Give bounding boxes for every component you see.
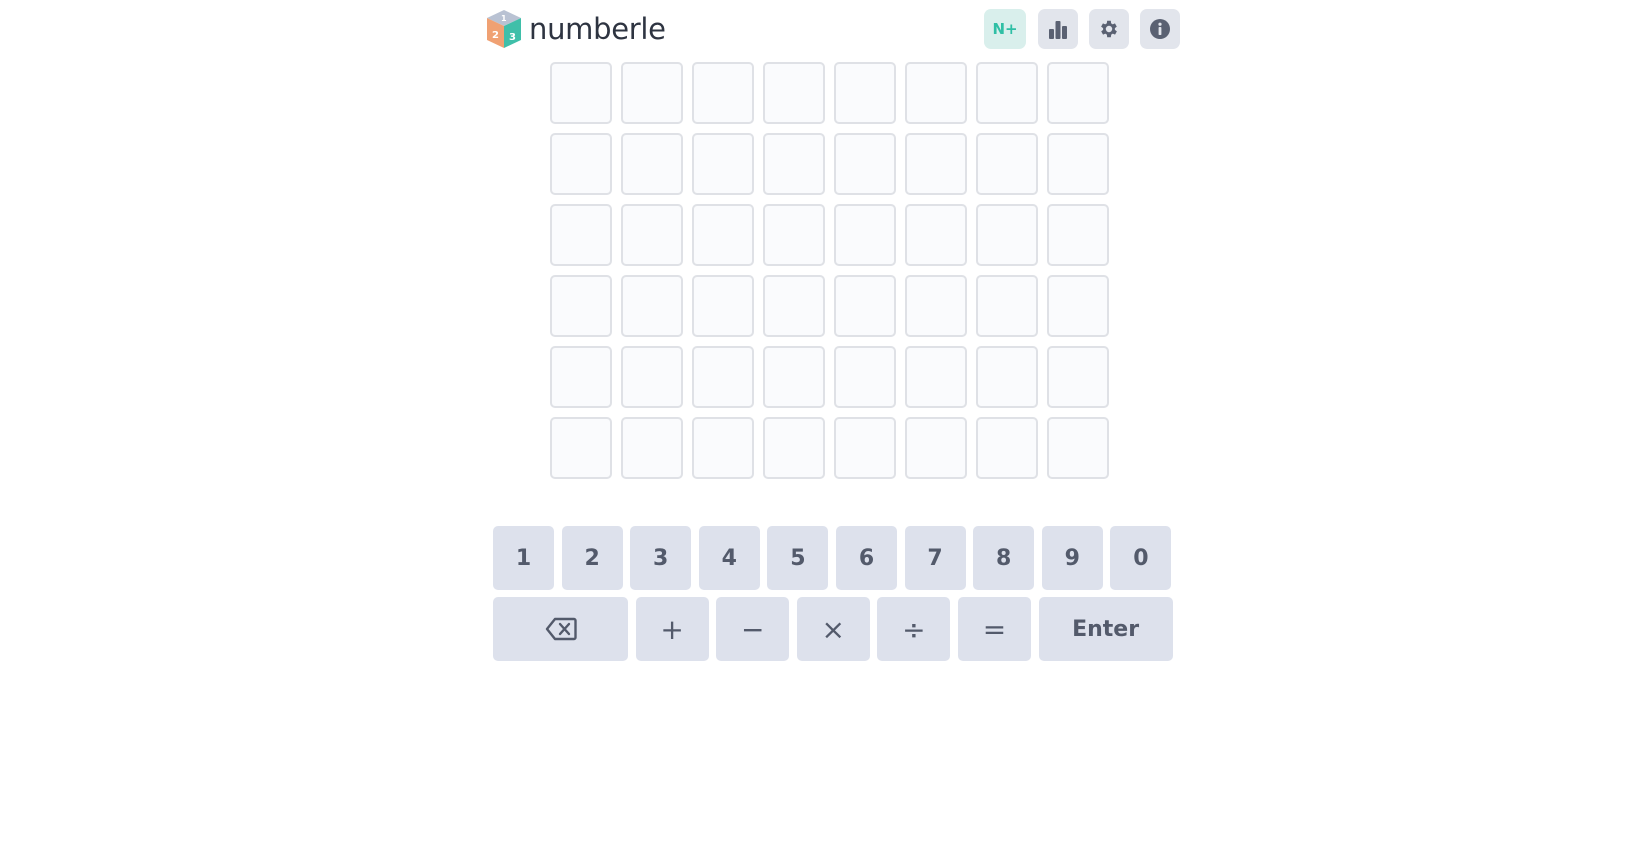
svg-text:3: 3 (509, 32, 516, 43)
tile (834, 62, 896, 124)
equals-key[interactable]: = (957, 597, 1031, 661)
tile (763, 133, 825, 195)
tile (550, 275, 612, 337)
digit-key-4[interactable]: 4 (698, 526, 760, 590)
tile (1047, 275, 1109, 337)
tile (1047, 204, 1109, 266)
tile (905, 133, 967, 195)
multiply-key[interactable]: × (796, 597, 870, 661)
tile (763, 346, 825, 408)
tile (621, 62, 683, 124)
tile (905, 275, 967, 337)
keyboard-row-operators: + − × ÷ = Enter (493, 597, 1180, 661)
tile (763, 204, 825, 266)
digit-key-7[interactable]: 7 (904, 526, 966, 590)
tile (763, 275, 825, 337)
minus-key[interactable]: − (716, 597, 790, 661)
n-plus-label: N+ (992, 20, 1018, 38)
stats-button[interactable] (1038, 9, 1078, 49)
digit-key-6[interactable]: 6 (835, 526, 897, 590)
tile (692, 133, 754, 195)
digit-key-0[interactable]: 0 (1110, 526, 1172, 590)
tile (763, 417, 825, 479)
tile (692, 346, 754, 408)
tile (1047, 62, 1109, 124)
svg-text:1: 1 (501, 14, 507, 23)
tile (976, 275, 1038, 337)
tile (976, 417, 1038, 479)
tile (550, 62, 612, 124)
tile (1047, 133, 1109, 195)
backspace-key[interactable] (493, 597, 628, 661)
digit-key-9[interactable]: 9 (1041, 526, 1103, 590)
info-icon (1150, 19, 1170, 39)
tile (905, 346, 967, 408)
tile (621, 417, 683, 479)
tile (834, 133, 896, 195)
tile (1047, 417, 1109, 479)
gear-icon (1101, 20, 1117, 38)
tile (692, 417, 754, 479)
enter-key[interactable]: Enter (1038, 597, 1173, 661)
digit-key-2[interactable]: 2 (561, 526, 623, 590)
tile (550, 346, 612, 408)
settings-button[interactable] (1089, 9, 1129, 49)
tile (834, 417, 896, 479)
tile (621, 275, 683, 337)
tile (1047, 346, 1109, 408)
tile (905, 204, 967, 266)
digit-key-8[interactable]: 8 (973, 526, 1035, 590)
app-title: numberle (529, 12, 666, 46)
tile (763, 62, 825, 124)
svg-text:2: 2 (492, 30, 499, 41)
tile (905, 417, 967, 479)
tile (621, 133, 683, 195)
tile (976, 133, 1038, 195)
game-board (550, 62, 1109, 479)
numbered-cube-logo-icon: 1 2 3 (487, 10, 521, 48)
tile (621, 204, 683, 266)
tile (834, 204, 896, 266)
digit-key-1[interactable]: 1 (493, 526, 554, 590)
plus-key[interactable]: + (635, 597, 709, 661)
tile (976, 346, 1038, 408)
digit-key-5[interactable]: 5 (767, 526, 829, 590)
tile (905, 62, 967, 124)
tile (550, 204, 612, 266)
tile (550, 133, 612, 195)
header: 1 2 3 numberle N+ (485, 8, 1180, 52)
bar-chart-icon (1049, 21, 1067, 39)
tile (550, 417, 612, 479)
tile (976, 62, 1038, 124)
tile (621, 346, 683, 408)
tile (692, 275, 754, 337)
backspace-icon (545, 617, 577, 641)
tile (692, 62, 754, 124)
tile (834, 346, 896, 408)
digit-key-3[interactable]: 3 (630, 526, 692, 590)
tile (834, 275, 896, 337)
info-button[interactable] (1140, 9, 1180, 49)
tile (692, 204, 754, 266)
tile (976, 204, 1038, 266)
divide-key[interactable]: ÷ (877, 597, 951, 661)
n-plus-button[interactable]: N+ (984, 9, 1026, 49)
keyboard-row-digits: 1234567890 (493, 526, 1179, 590)
